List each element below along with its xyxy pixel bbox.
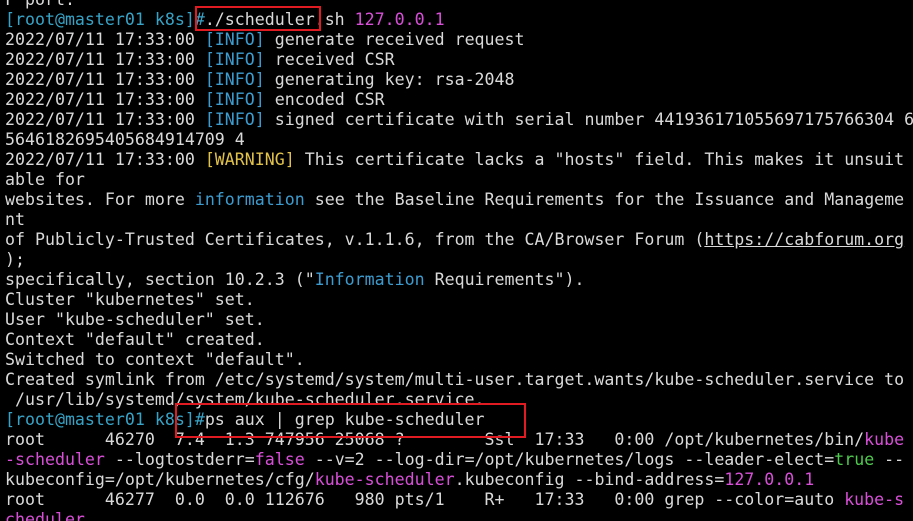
terminal-text: received CSR	[264, 50, 395, 69]
terminal-text: [INFO]	[204, 90, 265, 109]
terminal-line: User "kube-scheduler" set.	[5, 310, 913, 330]
terminal-text: 127.0.0.1	[354, 10, 445, 29]
terminal-text: generating key: rsa-2048	[264, 70, 515, 89]
terminal-text: Created symlink from /etc/systemd/system…	[5, 370, 905, 389]
terminal-text: able for	[5, 170, 85, 189]
terminal-text: 127.0.0.1	[724, 470, 815, 489]
terminal-line: [root@master01 k8s]#ps aux | grep kube-s…	[5, 410, 913, 430]
terminal-line: able for	[5, 170, 913, 190]
terminal-text: [WARNING]	[204, 150, 295, 169]
terminal-text: ps aux | grep kube-scheduler	[204, 410, 485, 429]
terminal-text: nt	[5, 210, 25, 229]
terminal-text: encoded CSR	[264, 90, 385, 109]
terminal-line: -scheduler --logtostderr=false --v=2 --l…	[5, 450, 913, 470]
terminal-line: specifically, section 10.2.3 ("Informati…	[5, 270, 913, 290]
terminal-text: 2022/07/11 17:33:00	[5, 150, 205, 169]
terminal-line: Created symlink from /etc/systemd/system…	[5, 370, 913, 390]
terminal-text: of Publicly-Trusted Certificates, v.1.1.…	[5, 230, 705, 249]
terminal-text: Switched to context "default".	[5, 350, 305, 369]
terminal-line: of Publicly-Trusted Certificates, v.1.1.…	[5, 230, 913, 250]
terminal-line: 2022/07/11 17:33:00 [WARNING] This certi…	[5, 150, 913, 170]
terminal-text: ./scheduler.sh	[204, 10, 355, 29]
terminal-text: root 46277 0.0 0.0 112676 980 pts/1 R+ 1…	[5, 490, 845, 509]
terminal-text: --v=2 --log-dir=/opt/kubernetes/logs --l…	[304, 450, 835, 469]
terminal-line: 5646182695405684914709 4	[5, 130, 913, 150]
shell-prompt: [root@master01 k8s]#	[5, 410, 205, 429]
terminal-text: root 46270 7.4 1.3 747956 25068 ? Ssl 17…	[5, 430, 865, 449]
terminal-line: 2022/07/11 17:33:00 [INFO] encoded CSR	[5, 90, 913, 110]
terminal-line: 2022/07/11 17:33:00 [INFO] generating ke…	[5, 70, 913, 90]
terminal-line: root 46277 0.0 0.0 112676 980 pts/1 R+ 1…	[5, 490, 913, 510]
terminal-text: F port:	[5, 0, 75, 9]
terminal-text: -scheduler	[5, 450, 105, 469]
terminal-text: [INFO]	[204, 70, 265, 89]
terminal-text: websites. For more	[5, 190, 195, 209]
terminal-line: Switched to context "default".	[5, 350, 913, 370]
terminal-text: kubeconfig=/opt/kubernetes/cfg/	[5, 470, 315, 489]
terminal-line: cheduler	[5, 510, 913, 521]
terminal-text: specifically, section 10.2.3 ("	[5, 270, 315, 289]
terminal-text: --	[874, 450, 905, 469]
terminal-line: 2022/07/11 17:33:00 [INFO] received CSR	[5, 50, 913, 70]
terminal-text: cheduler	[5, 510, 85, 521]
terminal-line: websites. For more information see the B…	[5, 190, 913, 210]
terminal-text: false	[254, 450, 305, 469]
terminal-text: Cluster "kubernetes" set.	[5, 290, 255, 309]
terminal-text: kube	[864, 430, 905, 449]
terminal-text: Requirements").	[424, 270, 585, 289]
terminal-text: 2022/07/11 17:33:00	[5, 30, 205, 49]
terminal-text: signed certificate with serial number 44…	[264, 110, 913, 129]
terminal-window[interactable]: F port:[root@master01 k8s]#./scheduler.s…	[0, 0, 913, 521]
terminal-text: Context "default" created.	[5, 330, 265, 349]
terminal-text: [INFO]	[204, 110, 265, 129]
terminal-line: [root@master01 k8s]#./scheduler.sh 127.0…	[5, 10, 913, 30]
terminal-line: 2022/07/11 17:33:00 [INFO] signed certif…	[5, 110, 913, 130]
terminal-line: /usr/lib/systemd/system/kube-scheduler.s…	[5, 390, 913, 410]
terminal-text: 2022/07/11 17:33:00	[5, 50, 205, 69]
terminal-text: [INFO]	[204, 30, 265, 49]
terminal-text: .kubeconfig --bind-address=	[454, 470, 725, 489]
terminal-text: true	[834, 450, 875, 469]
terminal-text: kube-scheduler	[314, 470, 455, 489]
terminal-text: see the Baseline Requirements for the Is…	[304, 190, 905, 209]
terminal-line: Context "default" created.	[5, 330, 913, 350]
terminal-line: Cluster "kubernetes" set.	[5, 290, 913, 310]
terminal-text: 2022/07/11 17:33:00	[5, 110, 205, 129]
terminal-line: root 46270 7.4 1.3 747956 25068 ? Ssl 17…	[5, 430, 913, 450]
terminal-text: 2022/07/11 17:33:00	[5, 70, 205, 89]
terminal-line: kubeconfig=/opt/kubernetes/cfg/kube-sche…	[5, 470, 913, 490]
terminal-text: 2022/07/11 17:33:00	[5, 90, 205, 109]
terminal-line: F port:	[5, 0, 913, 10]
terminal-line: nt	[5, 210, 913, 230]
terminal-text: https://cabforum.org	[704, 230, 905, 249]
shell-prompt: [root@master01 k8s]#	[5, 10, 205, 29]
terminal-text: User "kube-scheduler" set.	[5, 310, 265, 329]
terminal-output: F port:[root@master01 k8s]#./scheduler.s…	[5, 0, 913, 521]
terminal-text: information	[194, 190, 305, 209]
terminal-text: [INFO]	[204, 50, 265, 69]
terminal-line: );	[5, 250, 913, 270]
terminal-text: --logtostderr=	[104, 450, 255, 469]
terminal-text: This certificate lacks a "hosts" field. …	[294, 150, 905, 169]
terminal-text: 5646182695405684914709 4	[5, 130, 245, 149]
terminal-text: );	[5, 250, 25, 269]
terminal-text: Information	[314, 270, 425, 289]
terminal-text: /usr/lib/systemd/system/kube-scheduler.s…	[5, 390, 485, 409]
terminal-text: generate received request	[264, 30, 525, 49]
terminal-text: kube-s	[844, 490, 905, 509]
terminal-line: 2022/07/11 17:33:00 [INFO] generate rece…	[5, 30, 913, 50]
